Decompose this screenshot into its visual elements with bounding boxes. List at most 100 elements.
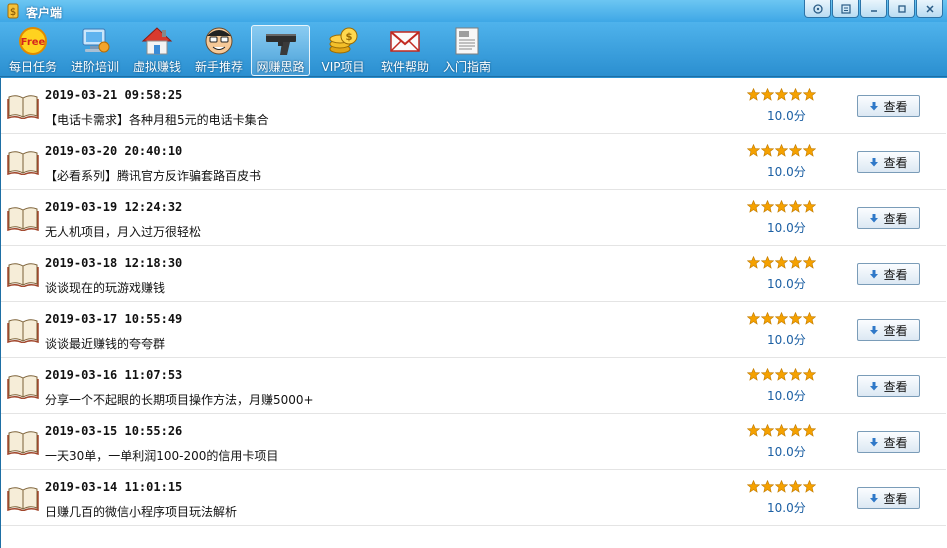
toolbar-item-advanced-training[interactable]: 进阶培训 xyxy=(68,25,122,76)
view-button-label: 查看 xyxy=(883,323,908,338)
toolbar-label: 每日任务 xyxy=(8,60,57,74)
item-title: 日赚几百的微信小程序项目玩法解析 xyxy=(45,505,238,519)
toolbar-item-software-help[interactable]: 软件帮助 xyxy=(378,25,432,76)
svg-text:$: $ xyxy=(346,32,353,43)
svg-text:$: $ xyxy=(10,7,16,18)
toolbar-item-virtual-earning[interactable]: 虚拟赚钱 xyxy=(130,25,184,76)
arrow-down-icon xyxy=(870,158,879,167)
title-bar: $ 客户端 xyxy=(0,0,947,22)
list-item: 2019-03-15 10:55:26 一天30单，一单利润100-200的信用… xyxy=(1,414,946,470)
star-icon xyxy=(789,368,802,381)
book-icon xyxy=(7,263,39,287)
view-button-label: 查看 xyxy=(883,267,908,282)
house-icon xyxy=(141,27,173,55)
rating-stars xyxy=(747,200,816,213)
toolbar-item-newbie-recommend[interactable]: 新手推荐 xyxy=(192,25,246,76)
maximize-icon xyxy=(897,4,906,13)
toolbar-label: 入门指南 xyxy=(442,60,491,74)
view-button[interactable]: 查看 xyxy=(857,431,920,453)
item-score: 10.0分 xyxy=(767,165,806,179)
star-icon xyxy=(761,88,774,101)
star-icon xyxy=(761,200,774,213)
list-item: 2019-03-21 09:58:25 【电话卡需求】各种月租5元的电话卡集合 … xyxy=(1,78,946,134)
arrow-down-icon xyxy=(870,438,879,447)
star-icon xyxy=(747,312,760,325)
rating-stars xyxy=(747,368,816,381)
list-item: 2019-03-19 12:24:32 无人机项目，月入过万很轻松 10.0分 … xyxy=(1,190,946,246)
star-icon xyxy=(775,312,788,325)
item-title: 一天30单，一单利润100-200的信用卡项目 xyxy=(45,449,279,463)
window-controls xyxy=(803,0,943,18)
view-button[interactable]: 查看 xyxy=(857,207,920,229)
toolbar-item-beginner-guide[interactable]: 入门指南 xyxy=(440,25,494,76)
star-icon xyxy=(775,200,788,213)
app-logo-icon: $ xyxy=(7,3,19,19)
toolbar-label: 虚拟赚钱 xyxy=(132,60,181,74)
envelope-icon xyxy=(390,31,420,52)
toolbar-item-vip-projects[interactable]: $ VIP项目 xyxy=(316,25,370,76)
item-title: 无人机项目，月入过万很轻松 xyxy=(45,225,202,239)
close-button[interactable] xyxy=(916,0,943,18)
free-badge-icon: Free xyxy=(19,27,47,55)
item-date: 2019-03-17 10:55:49 xyxy=(45,312,183,326)
menu-button[interactable] xyxy=(832,0,859,18)
book-icon xyxy=(7,207,39,231)
list-item: 2019-03-16 11:07:53 分享一个不起眼的长期项目操作方法，月赚5… xyxy=(1,358,946,414)
star-icon xyxy=(803,200,816,213)
star-icon xyxy=(761,368,774,381)
computer-icon xyxy=(82,28,110,53)
list-item: 2019-03-17 10:55:49 谈谈最近赚钱的夸夸群 10.0分 查看 xyxy=(1,302,946,358)
maximize-button[interactable] xyxy=(888,0,915,18)
view-button[interactable]: 查看 xyxy=(857,263,920,285)
toolbar-label: 新手推荐 xyxy=(194,60,243,74)
list-item: 2019-03-18 12:18:30 谈谈现在的玩游戏赚钱 10.0分 查看 xyxy=(1,246,946,302)
view-button[interactable]: 查看 xyxy=(857,487,920,509)
main-toolbar: Free 每日任务 进阶培训 虚拟赚钱 新手推荐 网赚思路 $ VIP项目 软件… xyxy=(0,22,947,77)
star-icon xyxy=(775,480,788,493)
book-icon xyxy=(7,375,39,399)
view-button[interactable]: 查看 xyxy=(857,375,920,397)
svg-text:Free: Free xyxy=(21,37,46,48)
star-icon xyxy=(789,480,802,493)
view-button[interactable]: 查看 xyxy=(857,319,920,341)
rating-stars xyxy=(747,480,816,493)
toolbar-label: 网赚思路 xyxy=(256,60,305,74)
star-icon xyxy=(747,144,760,157)
toolbar-item-daily-tasks[interactable]: Free 每日任务 xyxy=(6,25,60,76)
item-title: 【必看系列】腾讯官方反诈骗套路百皮书 xyxy=(45,169,262,183)
star-icon xyxy=(789,256,802,269)
article-list: 2019-03-21 09:58:25 【电话卡需求】各种月租5元的电话卡集合 … xyxy=(0,78,947,548)
minimize-button[interactable] xyxy=(860,0,887,18)
item-date: 2019-03-21 09:58:25 xyxy=(45,88,183,102)
item-date: 2019-03-20 20:40:10 xyxy=(45,144,183,158)
list-item: 2019-03-20 20:40:10 【必看系列】腾讯官方反诈骗套路百皮书 1… xyxy=(1,134,946,190)
toolbar-label: 软件帮助 xyxy=(380,60,429,74)
star-icon xyxy=(789,200,802,213)
toolbar-item-earning-ideas[interactable]: 网赚思路 xyxy=(251,25,310,76)
minimize-icon xyxy=(870,9,877,12)
list-item: 2019-03-14 11:01:15 日赚几百的微信小程序项目玩法解析 10.… xyxy=(1,470,946,526)
item-date: 2019-03-15 10:55:26 xyxy=(45,424,183,438)
book-icon xyxy=(7,95,39,119)
star-icon xyxy=(775,88,788,101)
skin-button[interactable] xyxy=(804,0,831,18)
rating-stars xyxy=(747,256,816,269)
view-button-label: 查看 xyxy=(883,491,908,506)
item-title: 分享一个不起眼的长期项目操作方法，月赚5000+ xyxy=(45,393,314,407)
view-button[interactable]: 查看 xyxy=(857,95,920,117)
view-button-label: 查看 xyxy=(883,435,908,450)
rating-stars xyxy=(747,424,816,437)
star-icon xyxy=(803,144,816,157)
window-title: 客户端 xyxy=(26,6,63,20)
view-button-label: 查看 xyxy=(883,155,908,170)
book-icon xyxy=(7,431,39,455)
star-icon xyxy=(761,480,774,493)
star-icon xyxy=(803,256,816,269)
view-button[interactable]: 查看 xyxy=(857,151,920,173)
item-score: 10.0分 xyxy=(767,501,806,515)
item-date: 2019-03-19 12:24:32 xyxy=(45,200,183,214)
star-icon xyxy=(775,256,788,269)
rating-stars xyxy=(747,312,816,325)
view-button-label: 查看 xyxy=(883,99,908,114)
rating-stars xyxy=(747,144,816,157)
